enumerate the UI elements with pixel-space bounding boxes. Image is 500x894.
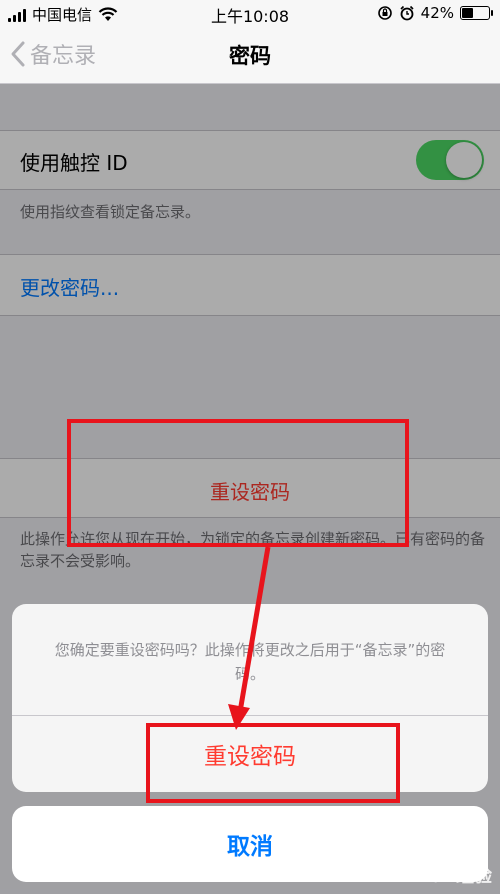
battery-percent: 42%: [420, 4, 454, 22]
status-right: 42%: [377, 4, 493, 22]
battery-icon: [460, 6, 493, 20]
watermark: Bai 经验: [417, 866, 492, 887]
annotation-box-confirm: [146, 723, 400, 803]
action-sheet-message: 您确定要重设密码吗？此操作将更改之后用于“备忘录”的密码。: [12, 604, 488, 716]
alarm-icon: [400, 5, 414, 21]
annotation-box-reset-row: [67, 419, 409, 547]
page-title: 密码: [229, 44, 271, 68]
rotation-lock-icon: [377, 6, 392, 20]
status-bar: 中国电信 上午10:08 42%: [0, 0, 500, 26]
navigation-bar: 备忘录 密码: [0, 26, 500, 84]
cancel-button[interactable]: 取消: [12, 806, 488, 882]
battery-level: [462, 8, 473, 18]
